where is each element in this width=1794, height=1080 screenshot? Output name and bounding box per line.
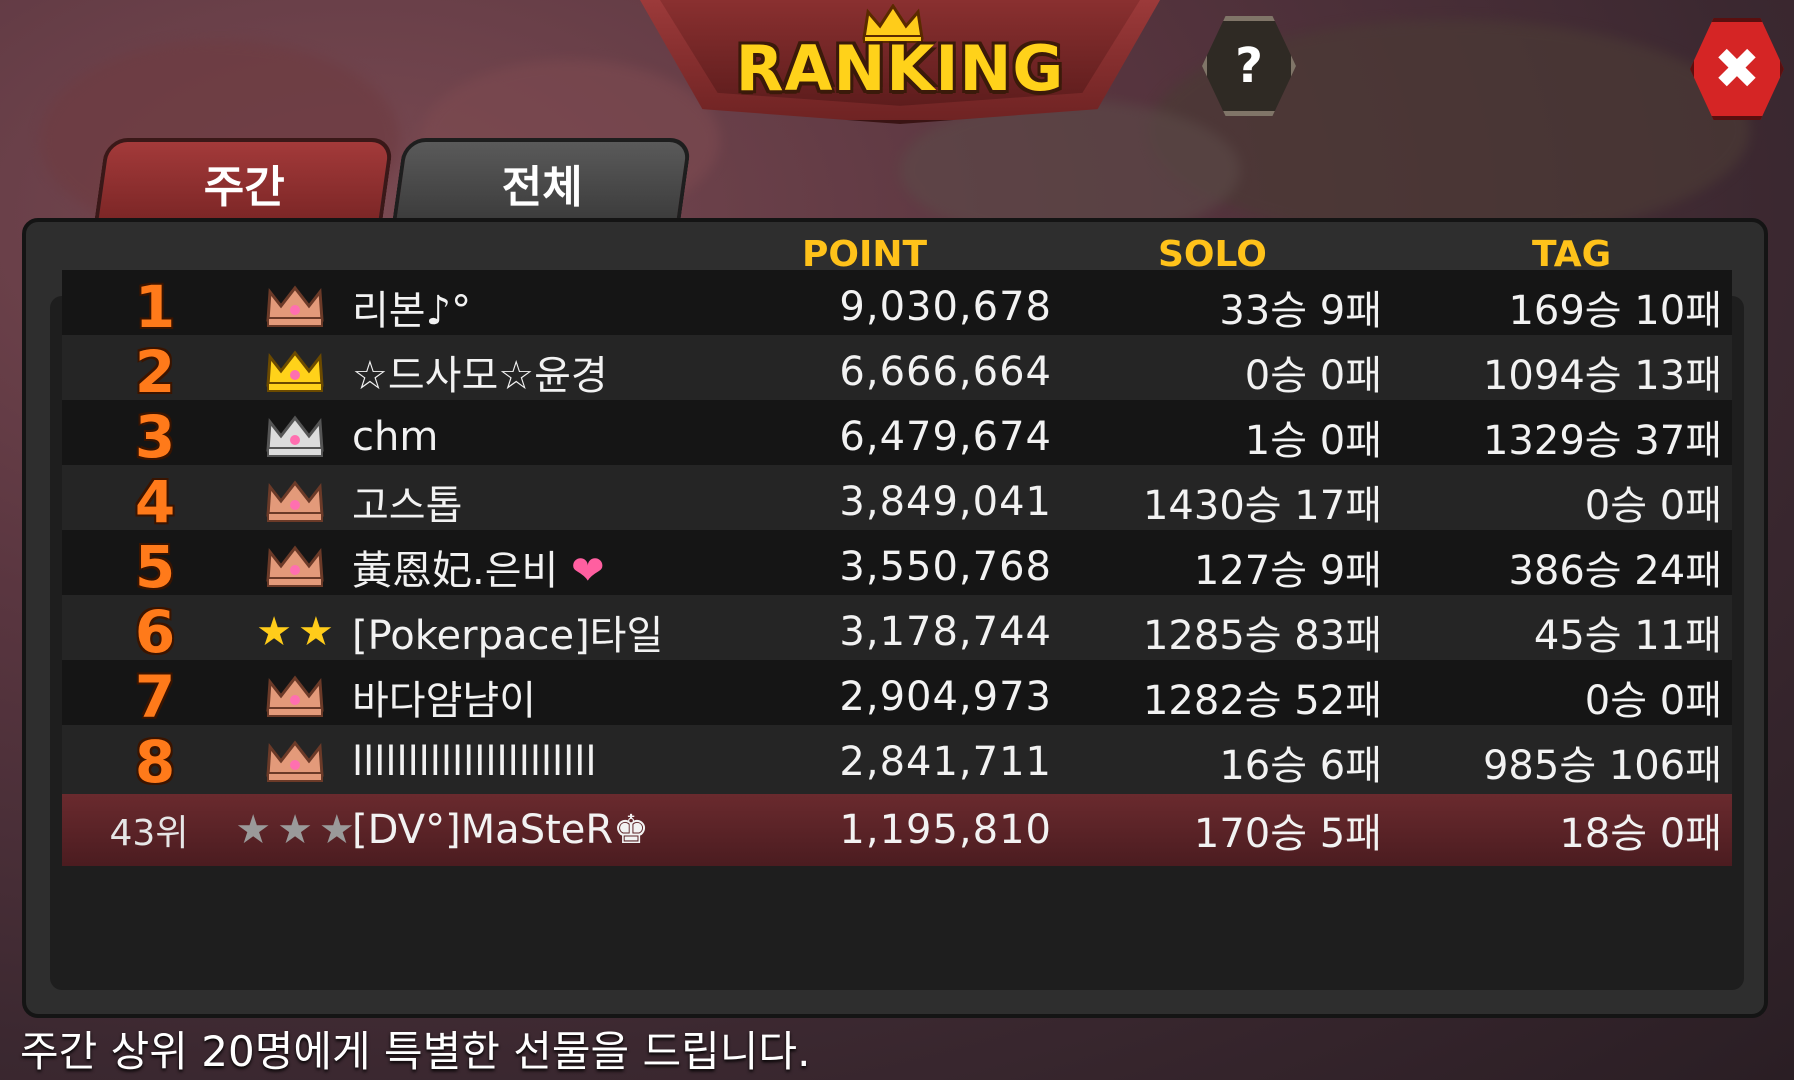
my-ranking-row[interactable]: 43위 ★ ★ ★ [DV°]MaSteR♚ 1,195,810 170승 5패 1… [62, 794, 1732, 866]
ranking-row[interactable]: 8 llllllllllllllllllllll 2,841,711 16승 6… [62, 725, 1732, 799]
rank-number: 1 [134, 273, 176, 341]
tag-record: 0승 0패 [1584, 483, 1722, 529]
solo-record: 1282승 52패 [1142, 678, 1382, 724]
page-title: RANKING [735, 32, 1065, 105]
tag-record: 1329승 37패 [1482, 418, 1722, 464]
my-tag-record: 18승 0패 [1559, 811, 1722, 857]
point-value: 6,666,664 [839, 349, 1052, 395]
close-icon: ✖ [1713, 36, 1761, 102]
solo-record: 16승 6패 [1219, 743, 1382, 789]
rank-number: 2 [134, 338, 176, 406]
player-name-text: ☆드사모☆윤경 [352, 353, 608, 399]
player-name: llllllllllllllllllllll [352, 739, 597, 785]
column-header-point: POINT [802, 234, 928, 275]
tab-all[interactable]: 전체 [391, 138, 693, 224]
footer-notice: 주간 상위 20명에게 특별한 선물을 드립니다. [20, 1027, 811, 1076]
tag-record: 985승 106패 [1482, 743, 1722, 789]
solo-record: 127승 9패 [1193, 548, 1382, 594]
player-name: 黃恩妃.은비 ❤ [352, 538, 605, 596]
rank-number: 4 [134, 468, 176, 536]
player-name: 리본♪° [352, 278, 471, 336]
rank-number: 8 [134, 728, 176, 796]
rank-number: 5 [134, 533, 176, 601]
tag-record: 45승 11패 [1533, 613, 1722, 659]
ranking-row[interactable]: 2 ☆드사모☆윤경 6,666,664 0승 0패 1094승 13패 [62, 335, 1732, 409]
point-value: 3,178,744 [839, 609, 1052, 655]
player-name-text: chm [352, 414, 439, 460]
column-header-solo: SOLO [1158, 234, 1267, 275]
three-silver-stars-icon: ★ ★ ★ [235, 807, 355, 853]
ranking-row[interactable]: 7 바다얌냠이 2,904,973 1282승 52패 0승 0패 [62, 660, 1732, 734]
player-name: chm [352, 414, 438, 460]
my-solo-record: 170승 5패 [1193, 811, 1382, 857]
ranking-row[interactable]: 3 chm 6,479,674 1승 0패 1329승 37패 [62, 400, 1732, 474]
player-name-text: 리본♪° [352, 288, 472, 334]
tag-record: 386승 24패 [1508, 548, 1722, 594]
bronze-crown-icon [230, 537, 360, 597]
ranking-row[interactable]: 4 고스톱 3,849,041 1430승 17패 0승 0패 [62, 465, 1732, 539]
point-value: 2,841,711 [839, 739, 1052, 785]
solo-record: 0승 0패 [1244, 353, 1382, 399]
player-name: 고스톱 [352, 473, 462, 531]
tag-record: 169승 10패 [1508, 288, 1722, 334]
tab-weekly[interactable]: 주간 [93, 138, 395, 224]
silver-crown-icon [230, 407, 360, 467]
point-value: 3,550,768 [839, 544, 1052, 590]
player-name: 바다얌냠이 [352, 668, 536, 726]
point-value: 9,030,678 [839, 284, 1052, 330]
rank-number: 6 [134, 598, 176, 666]
two-gold-stars-icon: ★ ★ [256, 609, 334, 655]
rank-number: 3 [134, 403, 176, 471]
bronze-crown-icon [230, 732, 360, 792]
player-name-text: [Pokerpace]타일 [352, 613, 664, 659]
column-header-tag: TAG [1532, 234, 1612, 275]
tag-record: 0승 0패 [1584, 678, 1722, 724]
ranking-row[interactable]: 5 黃恩妃.은비 ❤ 3,550,768 127승 9패 386승 24패 [62, 530, 1732, 604]
bronze-crown-icon [230, 277, 360, 337]
solo-record: 33승 9패 [1219, 288, 1382, 334]
solo-record: 1승 0패 [1244, 418, 1382, 464]
point-value: 3,849,041 [839, 479, 1052, 525]
question-icon: ? [1235, 38, 1263, 94]
my-rank: 43위 [109, 813, 189, 854]
solo-record: 1285승 83패 [1142, 613, 1382, 659]
player-name-text: 바다얌냠이 [352, 678, 536, 724]
player-name-text: llllllllllllllllllllll [352, 739, 597, 785]
tag-record: 1094승 13패 [1482, 353, 1722, 399]
player-name: [Pokerpace]타일 [352, 603, 663, 661]
bronze-crown-icon [230, 667, 360, 727]
ranking-row[interactable]: 1 리본♪° 9,030,678 33승 9패 169승 10패 [62, 270, 1732, 344]
my-player-name: [DV°]MaSteR♚ [352, 807, 650, 853]
bronze-crown-icon [230, 472, 360, 532]
point-value: 6,479,674 [839, 414, 1052, 460]
my-point-value: 1,195,810 [839, 807, 1052, 853]
heart-icon: ❤ [558, 548, 605, 594]
player-name-text: 고스톱 [352, 483, 463, 529]
ranking-row[interactable]: 6 ★ ★ [Pokerpace]타일 3,178,744 1285승 83패 4… [62, 595, 1732, 669]
rank-number: 7 [134, 663, 176, 731]
gold-crown-icon [230, 342, 360, 402]
player-name-text: 黃恩妃.은비 [352, 548, 559, 594]
solo-record: 1430승 17패 [1142, 483, 1382, 529]
point-value: 2,904,973 [839, 674, 1052, 720]
player-name: ☆드사모☆윤경 [352, 343, 608, 401]
tab-weekly-label: 주간 [203, 162, 285, 213]
tab-all-label: 전체 [501, 162, 583, 213]
